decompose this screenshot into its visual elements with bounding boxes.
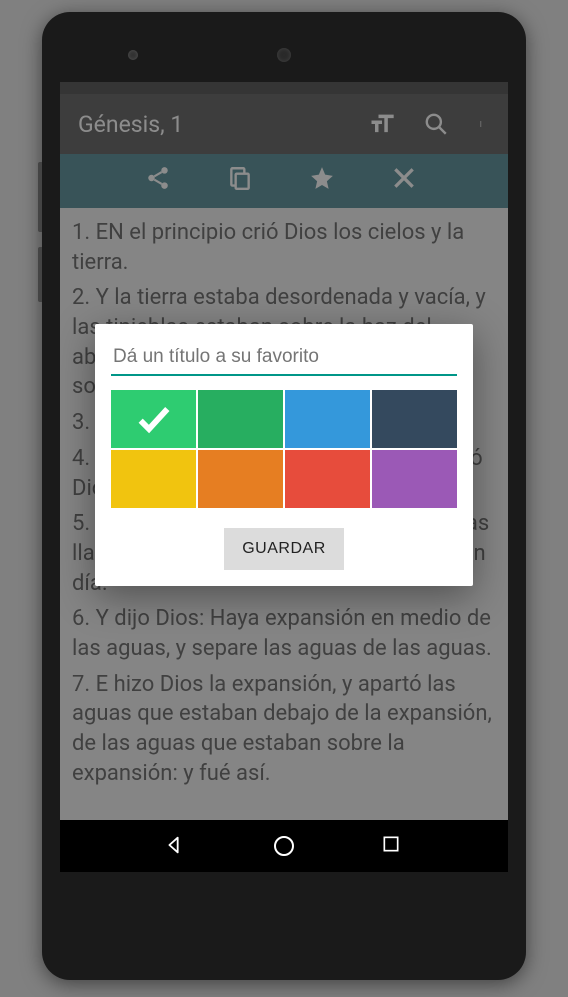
color-swatch[interactable] bbox=[198, 450, 283, 508]
color-grid bbox=[111, 390, 457, 508]
save-button[interactable]: GUARDAR bbox=[224, 528, 344, 570]
color-swatch[interactable] bbox=[372, 450, 457, 508]
favorite-title-input[interactable] bbox=[111, 342, 457, 376]
color-swatch[interactable] bbox=[198, 390, 283, 448]
screen: Génesis, 1 bbox=[60, 82, 508, 872]
power-button bbox=[38, 247, 42, 302]
favorite-dialog: GUARDAR bbox=[95, 324, 473, 586]
recent-apps-icon[interactable] bbox=[381, 834, 405, 858]
color-swatch[interactable] bbox=[111, 450, 196, 508]
phone-bezel-top bbox=[42, 12, 526, 82]
home-icon[interactable] bbox=[272, 834, 296, 858]
system-nav-bar bbox=[60, 820, 508, 872]
volume-button bbox=[38, 162, 42, 232]
phone-frame: Génesis, 1 bbox=[42, 12, 526, 980]
color-swatch[interactable] bbox=[372, 390, 457, 448]
check-icon bbox=[134, 399, 174, 439]
front-camera bbox=[128, 50, 138, 60]
color-swatch[interactable] bbox=[285, 450, 370, 508]
color-swatch[interactable] bbox=[111, 390, 196, 448]
back-icon[interactable] bbox=[163, 834, 187, 858]
color-swatch[interactable] bbox=[285, 390, 370, 448]
earpiece-speaker bbox=[277, 48, 291, 62]
